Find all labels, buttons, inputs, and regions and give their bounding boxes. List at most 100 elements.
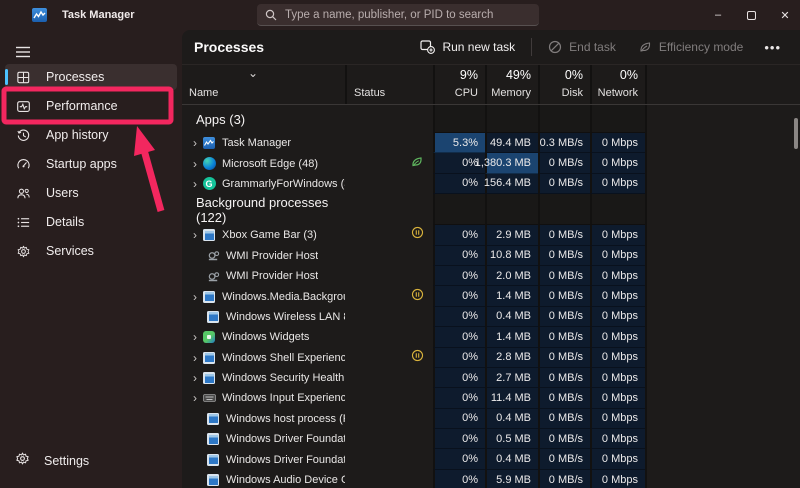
- sidebar-item-label: Settings: [44, 454, 89, 468]
- cpu-value: 0%: [433, 409, 485, 429]
- column-header-network[interactable]: 0% Network: [590, 65, 645, 104]
- process-row[interactable]: ›Microsoft Edge (48)0%1,380.3 MB0 MB/s0 …: [182, 153, 800, 173]
- column-header-memory[interactable]: 49% Memory: [485, 65, 538, 104]
- network-value: 0 Mbps: [590, 470, 645, 488]
- expand-chevron-icon[interactable]: ›: [188, 392, 202, 404]
- details-icon: [15, 214, 32, 231]
- column-label: Status: [354, 87, 426, 99]
- expand-chevron-icon[interactable]: ›: [188, 372, 202, 384]
- table-header-filler: [645, 65, 800, 104]
- column-header-disk[interactable]: 0% Disk: [538, 65, 590, 104]
- table-header: ⌄ Name Status 9% CPU 49% Memory 0% Disk …: [182, 64, 800, 105]
- process-name: Windows Widgets: [222, 331, 309, 343]
- process-row[interactable]: Windows Driver Foundation - ...0%0.4 MB0…: [182, 449, 800, 469]
- sidebar-item-processes[interactable]: Processes: [5, 64, 177, 90]
- efficiency-leaf-icon: [410, 155, 424, 173]
- sidebar-item-label: Services: [46, 244, 94, 258]
- row-filler: [645, 348, 800, 368]
- process-row[interactable]: ›Windows Widgets0%1.4 MB0 MB/s0 Mbps: [182, 327, 800, 347]
- sidebar-item-label: Processes: [46, 70, 104, 84]
- process-row[interactable]: WMI Provider Host0%10.8 MB0 MB/s0 Mbps: [182, 246, 800, 266]
- disk-value: 0 MB/s: [538, 470, 590, 488]
- cpu-cell: [433, 194, 485, 225]
- network-cell: [590, 194, 645, 225]
- process-row[interactable]: Windows Audio Device Graph...0%5.9 MB0 M…: [182, 470, 800, 488]
- process-name: Microsoft Edge (48): [222, 158, 318, 170]
- column-header-cpu[interactable]: 9% CPU: [433, 65, 485, 104]
- process-name: Windows Wireless LAN 802.1...: [226, 311, 345, 323]
- more-options-button[interactable]: •••: [755, 40, 790, 55]
- disk-value: 0 MB/s: [538, 348, 590, 368]
- main-panel: Processes Run new task End task: [182, 30, 800, 488]
- vertical-scrollbar[interactable]: [794, 118, 798, 149]
- memory-value: 2.9 MB: [485, 225, 538, 245]
- process-name: Windows Driver Foundation - ...: [226, 454, 345, 466]
- process-list: Apps (3)›Task Manager5.3%49.4 MB0.3 MB/s…: [182, 105, 800, 488]
- expand-chevron-icon[interactable]: ›: [188, 229, 202, 241]
- memory-value: 1.4 MB: [485, 286, 538, 306]
- app-history-icon: [15, 127, 32, 144]
- search-input[interactable]: [285, 9, 531, 21]
- memory-value: 11.4 MB: [485, 388, 538, 408]
- row-filler: [645, 133, 800, 153]
- process-row[interactable]: ›Windows Security Health Servi...0%2.7 M…: [182, 368, 800, 388]
- efficiency-mode-button[interactable]: Efficiency mode: [628, 34, 754, 60]
- disk-cell: [538, 105, 590, 133]
- column-header-status[interactable]: Status: [345, 65, 433, 104]
- sidebar-item-startup-apps[interactable]: Startup apps: [5, 151, 177, 177]
- process-name: WMI Provider Host: [226, 270, 318, 282]
- menu-toggle-button[interactable]: [9, 39, 37, 65]
- process-row[interactable]: ›Windows Input Experience0%11.4 MB0 MB/s…: [182, 388, 800, 408]
- sidebar-item-details[interactable]: Details: [5, 209, 177, 235]
- search-box[interactable]: [257, 4, 539, 26]
- process-row[interactable]: WMI Provider Host0%2.0 MB0 MB/s0 Mbps: [182, 266, 800, 286]
- close-icon: ✕: [780, 9, 789, 22]
- network-total-usage: 0%: [620, 68, 638, 82]
- sidebar-item-app-history[interactable]: App history: [5, 122, 177, 148]
- process-row[interactable]: Windows Wireless LAN 802.1...0%0.4 MB0 M…: [182, 307, 800, 327]
- end-task-button[interactable]: End task: [538, 34, 626, 60]
- run-new-task-button[interactable]: Run new task: [410, 34, 525, 60]
- process-name: Windows.Media.BackgroundPl...: [222, 291, 345, 303]
- process-row[interactable]: ›GGrammarlyForWindows (32 bi...0%156.4 M…: [182, 174, 800, 194]
- section-header[interactable]: Background processes (122): [182, 194, 800, 225]
- sidebar-item-performance[interactable]: Performance: [5, 93, 177, 119]
- expand-chevron-icon[interactable]: ›: [188, 137, 202, 149]
- disk-value: 0 MB/s: [538, 368, 590, 388]
- section-header[interactable]: Apps (3): [182, 105, 800, 133]
- row-filler: [645, 105, 800, 133]
- row-filler: [645, 153, 800, 173]
- status-cell: [345, 105, 433, 133]
- window-icon: [202, 371, 216, 385]
- cpu-value: 0%: [433, 348, 485, 368]
- column-label: Name: [189, 87, 338, 99]
- expand-chevron-icon[interactable]: ›: [188, 178, 202, 190]
- expand-chevron-icon[interactable]: ›: [188, 352, 202, 364]
- row-filler: [645, 174, 800, 194]
- disk-value: 0 MB/s: [538, 327, 590, 347]
- process-row[interactable]: ›Xbox Game Bar (3)0%2.9 MB0 MB/s0 Mbps: [182, 225, 800, 245]
- close-button[interactable]: ✕: [765, 0, 800, 30]
- process-name: Xbox Game Bar (3): [222, 229, 317, 241]
- status-cell: [345, 327, 433, 347]
- process-row[interactable]: ›Windows Shell Experience Hos...0%2.8 MB…: [182, 348, 800, 368]
- expand-chevron-icon[interactable]: ›: [188, 158, 202, 170]
- sidebar-item-services[interactable]: Services: [5, 238, 177, 264]
- column-header-name[interactable]: ⌄ Name: [182, 65, 345, 104]
- process-row[interactable]: Windows Driver Foundation - ...0%0.5 MB0…: [182, 429, 800, 449]
- expand-chevron-icon[interactable]: ›: [188, 291, 202, 303]
- performance-icon: [15, 98, 32, 115]
- sidebar-item-settings[interactable]: Settings: [5, 448, 177, 474]
- sidebar-item-users[interactable]: Users: [5, 180, 177, 206]
- network-value: 0 Mbps: [590, 327, 645, 347]
- row-filler: [645, 388, 800, 408]
- process-row[interactable]: Windows host process (Rundll...0%0.4 MB0…: [182, 409, 800, 429]
- row-filler: [645, 470, 800, 488]
- status-cell: [345, 194, 433, 225]
- process-name: Windows host process (Rundll...: [226, 413, 345, 425]
- process-row[interactable]: ›Windows.Media.BackgroundPl...0%1.4 MB0 …: [182, 286, 800, 306]
- task-manager-app-icon: [32, 8, 47, 22]
- end-task-icon: [548, 40, 562, 54]
- process-row[interactable]: ›Task Manager5.3%49.4 MB0.3 MB/s0 Mbps: [182, 133, 800, 153]
- expand-chevron-icon[interactable]: ›: [188, 331, 202, 343]
